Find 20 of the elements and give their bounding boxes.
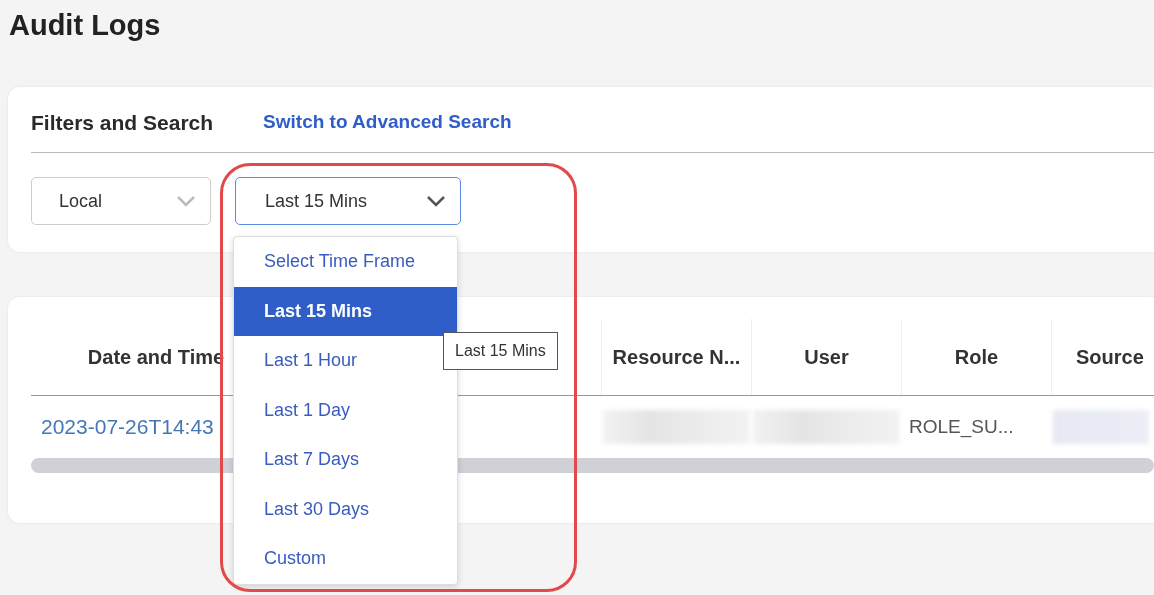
menu-item[interactable]: Custom (234, 534, 457, 584)
menu-item[interactable]: Last 15 Mins (234, 286, 457, 336)
column-header: Role (954, 344, 999, 370)
menu-item[interactable]: Last 30 Days (234, 484, 457, 534)
date-link[interactable]: 2023-07-26T14:43 (33, 411, 214, 443)
section-title: Filters and Search (31, 109, 214, 136)
tooltip: Last 15 Mins (443, 332, 558, 370)
chevron-icon (176, 195, 196, 208)
advanced-search-link[interactable]: Switch to Advanced Search (263, 108, 512, 137)
chevron-icon (426, 195, 446, 208)
menu-item[interactable]: Last 7 Days (234, 435, 457, 485)
page-title: Audit Logs (8, 8, 162, 43)
time-frame-select[interactable]: Last 15 Mins (235, 177, 461, 226)
menu-item[interactable]: Select Time Frame (234, 237, 457, 287)
menu-item[interactable]: Last 1 Day (234, 385, 457, 435)
column-header: Source (1076, 344, 1144, 370)
column-header: User (804, 344, 849, 370)
column-header: Resource N... (612, 344, 741, 370)
scope-select[interactable]: Local (31, 177, 211, 226)
table-cell-text: ROLE_SU... (908, 414, 1014, 440)
